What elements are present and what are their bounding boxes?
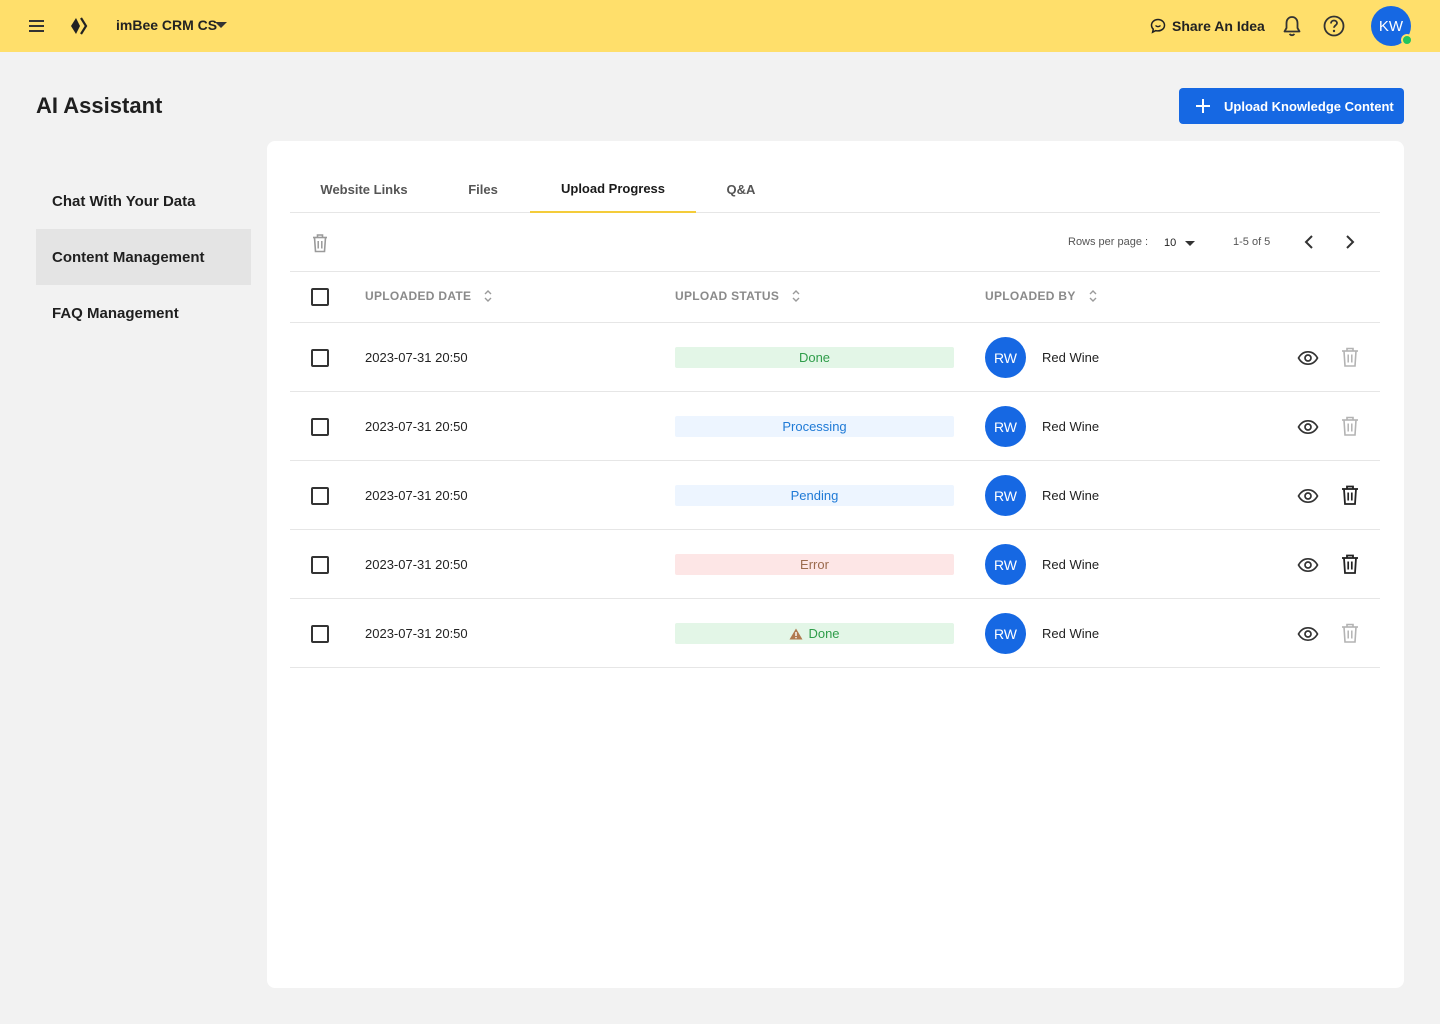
sort-icon <box>484 290 492 302</box>
table-row: 2023-07-31 20:50 Done RW Red Wine <box>290 323 1380 392</box>
logo-icon <box>71 17 88 35</box>
sidebar-item-faq-management[interactable]: FAQ Management <box>36 285 251 341</box>
uploaded-date: 2023-07-31 20:50 <box>365 419 468 434</box>
avatar: RW <box>985 544 1026 585</box>
warning-icon <box>789 628 803 639</box>
status-badge: Pending <box>675 485 954 506</box>
bell-icon[interactable] <box>1281 14 1303 38</box>
share-idea-button[interactable]: Share An Idea <box>1150 16 1265 36</box>
row-checkbox[interactable] <box>311 556 329 574</box>
trash-icon[interactable] <box>309 232 331 254</box>
select-all-checkbox[interactable] <box>311 288 329 306</box>
trash-icon[interactable] <box>1340 484 1360 506</box>
column-label: UPLOADED DATE <box>365 289 472 303</box>
avatar: RW <box>985 613 1026 654</box>
eye-icon[interactable] <box>1297 485 1319 507</box>
content-card: Website Links Files Upload Progress Q&A … <box>267 141 1404 988</box>
rows-per-page-select[interactable]: 10 <box>1164 234 1204 252</box>
row-checkbox[interactable] <box>311 349 329 367</box>
uploaded-date: 2023-07-31 20:50 <box>365 350 468 365</box>
status-badge: Processing <box>675 416 954 437</box>
column-uploaded-date[interactable]: UPLOADED DATE <box>365 289 493 303</box>
sidebar-item-chat-with-your-data[interactable]: Chat With Your Data <box>36 173 251 229</box>
uploaded-by: Red Wine <box>1042 350 1100 365</box>
table-row: 2023-07-31 20:50 Pending RW Red Wine <box>290 461 1380 530</box>
avatar-initials: RW <box>993 625 1018 642</box>
avatar: RW <box>985 337 1026 378</box>
status-text: Pending <box>790 488 839 503</box>
status-text: Processing <box>782 419 847 434</box>
column-label: UPLOAD STATUS <box>675 289 780 303</box>
sort-icon <box>1089 290 1097 302</box>
column-upload-status[interactable]: UPLOAD STATUS <box>675 289 801 303</box>
upload-knowledge-button[interactable]: Upload Knowledge Content <box>1179 88 1404 124</box>
uploaded-date: 2023-07-31 20:50 <box>365 557 468 572</box>
top-bar: imBee CRM CS Share An Idea KW <box>0 0 1440 52</box>
trash-icon[interactable] <box>1340 346 1360 368</box>
avatar-initials: RW <box>993 418 1018 435</box>
side-nav: Chat With Your Data Content Management F… <box>36 173 251 341</box>
row-checkbox[interactable] <box>311 418 329 436</box>
tab-website-links[interactable]: Website Links <box>290 165 438 213</box>
status-text: Done <box>798 350 831 365</box>
status-badge: Done <box>675 347 954 368</box>
chevron-down-icon[interactable] <box>215 22 227 28</box>
trash-icon[interactable] <box>1340 553 1360 575</box>
trash-icon[interactable] <box>1340 622 1360 644</box>
avatar-initials: RW <box>993 556 1018 573</box>
page-range: 1-5 of 5 <box>1233 236 1271 248</box>
column-uploaded-by[interactable]: UPLOADED BY <box>985 289 1098 303</box>
tab-files[interactable]: Files <box>438 165 528 213</box>
row-checkbox[interactable] <box>311 625 329 643</box>
status-badge: Error <box>675 554 954 575</box>
sort-icon <box>792 290 800 302</box>
eye-icon[interactable] <box>1297 623 1319 645</box>
upload-knowledge-label: Upload Knowledge Content <box>1224 98 1394 114</box>
uploaded-date: 2023-07-31 20:50 <box>365 626 468 641</box>
uploaded-by: Red Wine <box>1042 488 1100 503</box>
rows-per-page-value: 10 <box>1164 237 1177 249</box>
uploaded-by: Red Wine <box>1042 557 1100 572</box>
tab-upload-progress[interactable]: Upload Progress <box>530 165 696 213</box>
eye-icon[interactable] <box>1297 416 1319 438</box>
online-status-dot <box>1401 34 1413 46</box>
table-header: UPLOADED DATE UPLOAD STATUS UPLOADED BY <box>290 272 1380 323</box>
chevron-down-icon <box>1185 240 1196 246</box>
plus-icon <box>1196 99 1210 113</box>
uploaded-by: Red Wine <box>1042 419 1100 434</box>
tab-bar: Website Links Files Upload Progress Q&A <box>290 165 1380 213</box>
menu-icon[interactable] <box>28 17 46 35</box>
uploaded-by: Red Wine <box>1042 626 1100 641</box>
avatar-initials: RW <box>993 487 1018 504</box>
table-row: 2023-07-31 20:50 Error RW Red Wine <box>290 530 1380 599</box>
status-badge: Done <box>675 623 954 644</box>
tab-qa[interactable]: Q&A <box>696 165 786 213</box>
sidebar-item-content-management[interactable]: Content Management <box>36 229 251 285</box>
column-label: UPLOADED BY <box>985 289 1076 303</box>
avatar-initials: RW <box>993 349 1018 366</box>
status-text: Error <box>800 557 829 572</box>
chevron-left-icon[interactable] <box>1301 231 1317 253</box>
avatar-initials: KW <box>1378 17 1404 35</box>
table-row: 2023-07-31 20:50 Done RW Red Wine <box>290 599 1380 668</box>
rows-per-page-label: Rows per page : <box>1068 236 1149 248</box>
row-checkbox[interactable] <box>311 487 329 505</box>
help-icon[interactable] <box>1322 14 1346 38</box>
table-row: 2023-07-31 20:50 Processing RW Red Wine <box>290 392 1380 461</box>
trash-icon[interactable] <box>1340 415 1360 437</box>
chat-bubble-icon <box>1150 18 1166 34</box>
eye-icon[interactable] <box>1297 347 1319 369</box>
avatar: RW <box>985 406 1026 447</box>
app-name[interactable]: imBee CRM CS <box>116 17 217 33</box>
chevron-right-icon[interactable] <box>1342 231 1358 253</box>
avatar: RW <box>985 475 1026 516</box>
uploaded-date: 2023-07-31 20:50 <box>365 488 468 503</box>
page-title: AI Assistant <box>36 93 163 118</box>
status-text: Done <box>808 626 840 641</box>
user-avatar[interactable]: KW <box>1371 6 1413 46</box>
table-toolbar: Rows per page : 10 1-5 of 5 <box>290 214 1380 272</box>
eye-icon[interactable] <box>1297 554 1319 576</box>
share-idea-label: Share An Idea <box>1172 18 1265 34</box>
